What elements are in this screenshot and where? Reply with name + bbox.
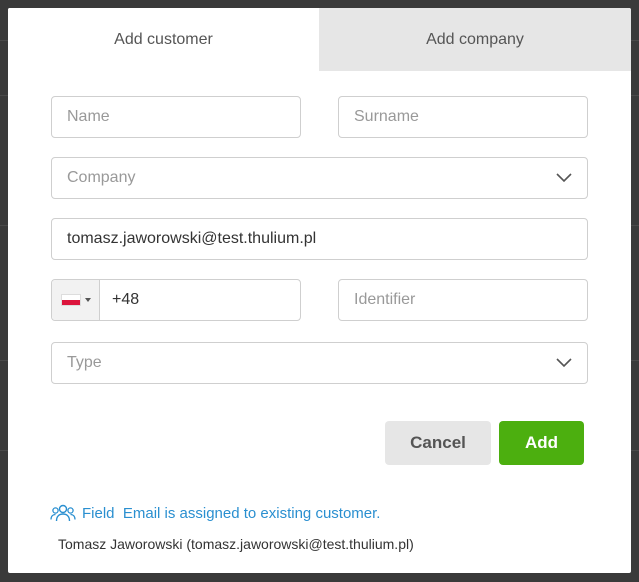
existing-customer-notice: Field Email is assigned to existing cust… bbox=[50, 503, 380, 523]
name-input[interactable] bbox=[52, 97, 300, 137]
chevron-down-icon bbox=[556, 173, 572, 183]
type-select[interactable]: Type bbox=[51, 342, 588, 384]
name-field[interactable] bbox=[51, 96, 301, 138]
caret-down-icon bbox=[84, 298, 91, 302]
existing-customer-link[interactable]: Tomasz Jaworowski (tomasz.jaworowski@tes… bbox=[58, 536, 414, 552]
add-customer-dialog: Add customer Add company Company Type Ca bbox=[8, 8, 631, 573]
identifier-field[interactable] bbox=[338, 279, 588, 321]
phone-number-wrapper bbox=[100, 280, 300, 320]
cancel-button[interactable]: Cancel bbox=[385, 421, 491, 465]
users-icon bbox=[50, 504, 76, 522]
phone-input[interactable] bbox=[100, 280, 300, 320]
company-select[interactable]: Company bbox=[51, 157, 588, 199]
email-field[interactable] bbox=[51, 218, 588, 260]
phone-country-selector[interactable] bbox=[52, 280, 100, 320]
email-input[interactable] bbox=[52, 219, 587, 259]
surname-field[interactable] bbox=[338, 96, 588, 138]
dialog-tabs: Add customer Add company bbox=[8, 8, 631, 71]
surname-input[interactable] bbox=[339, 97, 587, 137]
add-button[interactable]: Add bbox=[499, 421, 584, 465]
company-select-placeholder: Company bbox=[67, 169, 136, 186]
chevron-down-icon bbox=[556, 358, 572, 368]
tab-add-customer[interactable]: Add customer bbox=[8, 8, 319, 71]
notice-text: Field Email is assigned to existing cust… bbox=[82, 504, 381, 522]
type-select-placeholder: Type bbox=[67, 354, 102, 371]
phone-field[interactable] bbox=[51, 279, 301, 321]
tab-add-company[interactable]: Add company bbox=[319, 8, 631, 71]
poland-flag-icon bbox=[60, 294, 81, 306]
identifier-input[interactable] bbox=[339, 280, 587, 320]
